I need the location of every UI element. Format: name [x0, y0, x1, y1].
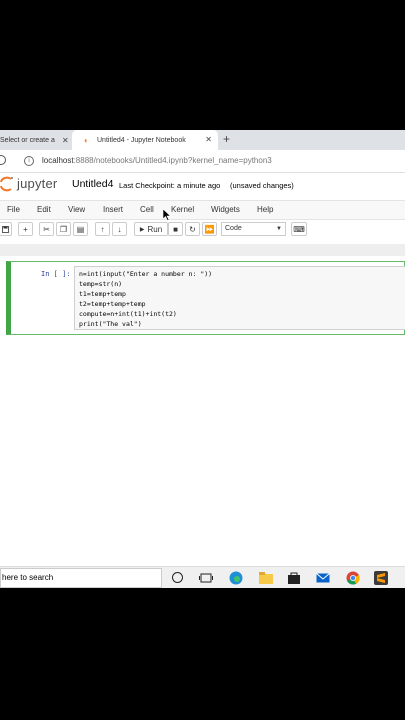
search-placeholder: here to search — [2, 573, 54, 582]
chevron-down-icon: ▼ — [276, 226, 282, 232]
restart-icon[interactable]: ↻ — [185, 222, 200, 236]
menu-insert[interactable]: Insert — [103, 205, 123, 214]
cell-type-value: Code — [225, 225, 242, 232]
mouse-cursor-icon — [163, 209, 171, 221]
code-editor[interactable]: n=int(input("Enter a number n: ")) temp=… — [74, 266, 405, 330]
chrome-icon[interactable] — [346, 571, 360, 585]
plus-icon[interactable]: + — [223, 132, 230, 146]
sublime-icon[interactable] — [374, 571, 388, 585]
run-button[interactable]: ▶ Run — [134, 222, 168, 236]
keyboard-icon[interactable]: ⌨ — [291, 222, 307, 236]
task-view-icon[interactable] — [199, 571, 213, 585]
store-icon[interactable] — [287, 571, 301, 585]
arrow-down-icon[interactable]: ↓ — [112, 222, 127, 236]
save-icon[interactable] — [0, 222, 12, 236]
tab-label: Untitled4 - Jupyter Notebook — [97, 136, 186, 144]
notebook-toolbar: + ✂ ❐ ▤ ↑ ↓ ▶ Run ■ ↻ ⏩ Code ▼ ⌨ — [0, 220, 405, 240]
jupyter-logo-text[interactable]: jupyter — [17, 176, 57, 191]
notebook-background — [0, 244, 405, 256]
menu-kernel[interactable]: Kernel — [171, 205, 194, 214]
code-line: n=int(input("Enter a number n: ")) — [79, 270, 213, 278]
code-line: t2=temp+temp+temp — [79, 300, 146, 308]
tab-label: Select or create a — [0, 136, 55, 144]
fast-forward-icon[interactable]: ⏩ — [202, 222, 217, 236]
play-icon: ▶ — [139, 226, 145, 233]
menu-cell[interactable]: Cell — [140, 205, 154, 214]
taskbar-search-input[interactable]: here to search — [0, 568, 162, 588]
close-icon[interactable]: ✕ — [62, 136, 69, 145]
info-icon[interactable]: i — [24, 156, 34, 166]
tab-select-or-create[interactable]: Select or create a ✕ — [0, 130, 72, 150]
notebook-title[interactable]: Untitled4 — [72, 178, 113, 190]
screen: Select or create a ✕ ◐ Untitled4 - Jupyt… — [0, 130, 405, 588]
browser-tabstrip: Select or create a ✕ ◐ Untitled4 - Jupyt… — [0, 130, 405, 150]
code-line: compute=n+int(t1)+int(t2) — [79, 310, 177, 318]
file-explorer-icon[interactable] — [258, 571, 274, 585]
paste-icon[interactable]: ▤ — [73, 222, 88, 236]
cell-type-select[interactable]: Code ▼ — [221, 222, 286, 236]
menu-file[interactable]: File — [7, 205, 20, 214]
jupyter-logo-icon — [0, 176, 13, 192]
url-path: :8888/notebooks/Untitled4.ipynb?kernel_n… — [73, 156, 272, 165]
checkpoint-status: Last Checkpoint: a minute ago — [119, 181, 221, 190]
code-line: print("The val") — [79, 320, 142, 328]
url-field[interactable]: localhost:8888/notebooks/Untitled4.ipynb… — [42, 156, 272, 165]
jupyter-header: jupyter Untitled4 Last Checkpoint: a min… — [0, 174, 405, 196]
close-icon[interactable]: ✕ — [205, 135, 212, 144]
copy-icon[interactable]: ❐ — [56, 222, 71, 236]
mail-icon[interactable] — [316, 571, 330, 585]
stop-icon[interactable]: ■ — [168, 222, 183, 236]
menu-edit[interactable]: Edit — [37, 205, 51, 214]
menu-view[interactable]: View — [68, 205, 85, 214]
menu-bar: File Edit View Insert Cell Kernel Widget… — [0, 200, 405, 220]
reload-icon[interactable] — [0, 155, 6, 165]
address-bar: i localhost:8888/notebooks/Untitled4.ipy… — [0, 150, 405, 173]
tab-untitled4[interactable]: ◐ Untitled4 - Jupyter Notebook ✕ — [72, 130, 218, 150]
edge-icon[interactable] — [229, 571, 243, 585]
menu-help[interactable]: Help — [257, 205, 273, 214]
jupyter-favicon-icon: ◐ — [84, 135, 89, 145]
code-line: t1=temp+temp — [79, 290, 126, 298]
cortana-icon[interactable] — [172, 572, 183, 583]
arrow-up-icon[interactable]: ↑ — [95, 222, 110, 236]
menu-widgets[interactable]: Widgets — [211, 205, 240, 214]
scissors-icon[interactable]: ✂ — [39, 222, 54, 236]
plus-icon[interactable]: + — [18, 222, 33, 236]
code-line: temp=str(n) — [79, 280, 123, 288]
url-host: localhost — [42, 156, 74, 165]
save-status: (unsaved changes) — [230, 181, 294, 190]
windows-taskbar: here to search — [0, 566, 405, 588]
cell-prompt: In [ ]: — [41, 270, 71, 278]
code-cell[interactable]: In [ ]: n=int(input("Enter a number n: "… — [6, 261, 405, 335]
run-label: Run — [147, 224, 163, 234]
